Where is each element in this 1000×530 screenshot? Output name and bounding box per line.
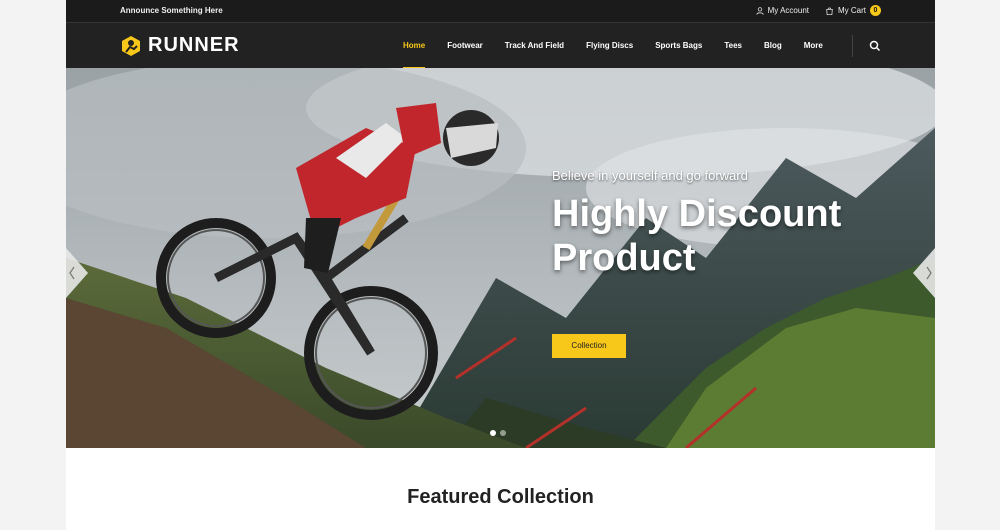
page: Announce Something Here My Account My Ca… bbox=[66, 0, 935, 530]
hero-subtitle: Believe in yourself and go forward bbox=[552, 168, 748, 183]
slider-pagination bbox=[490, 430, 506, 436]
chevron-left-icon bbox=[66, 248, 88, 298]
brand-name: RUNNER bbox=[148, 34, 240, 56]
topbar-links: My Account My Cart 0 bbox=[756, 5, 881, 16]
my-account-link[interactable]: My Account bbox=[756, 6, 809, 15]
my-cart-label: My Cart bbox=[838, 6, 866, 15]
my-cart-link[interactable]: My Cart 0 bbox=[825, 5, 881, 16]
user-icon bbox=[756, 6, 764, 15]
hero-slider: Believe in yourself and go forward Highl… bbox=[66, 68, 935, 448]
hero-title-line-1: Highly Discount bbox=[552, 193, 842, 235]
nav-item-home[interactable]: Home bbox=[392, 23, 436, 69]
slide-dot-1[interactable] bbox=[490, 430, 496, 436]
brand-logo[interactable]: RUNNER bbox=[120, 34, 240, 57]
nav-item-track-and-field[interactable]: Track And Field bbox=[494, 23, 575, 69]
hero-title-line-2: Product bbox=[552, 237, 696, 279]
featured-collection-heading: Featured Collection bbox=[407, 486, 594, 508]
my-account-label: My Account bbox=[767, 6, 809, 15]
announcement-text: Announce Something Here bbox=[120, 6, 223, 15]
main-nav: Home Footwear Track And Field Flying Dis… bbox=[392, 23, 834, 69]
next-slide-arrow[interactable] bbox=[913, 248, 935, 298]
hero-title: Highly Discount Product bbox=[552, 192, 892, 280]
nav-item-flying-discs[interactable]: Flying Discs bbox=[575, 23, 644, 69]
collection-button[interactable]: Collection bbox=[552, 334, 626, 358]
chevron-right-icon bbox=[913, 248, 935, 298]
runner-logo-icon bbox=[122, 35, 140, 56]
announcement-bar: Announce Something Here My Account My Ca… bbox=[66, 0, 935, 22]
search-icon[interactable] bbox=[868, 39, 882, 53]
bag-icon bbox=[826, 7, 833, 15]
nav-item-sports-bags[interactable]: Sports Bags bbox=[644, 23, 713, 69]
prev-slide-arrow[interactable] bbox=[66, 248, 88, 298]
nav-item-footwear[interactable]: Footwear bbox=[436, 23, 494, 69]
cart-count-badge: 0 bbox=[870, 5, 881, 16]
main-header: RUNNER Home Footwear Track And Field Fly… bbox=[66, 22, 935, 69]
nav-divider bbox=[852, 35, 853, 57]
nav-item-tees[interactable]: Tees bbox=[713, 23, 753, 69]
nav-item-more[interactable]: More bbox=[793, 23, 834, 69]
nav-item-blog[interactable]: Blog bbox=[753, 23, 793, 69]
slide-dot-2[interactable] bbox=[500, 430, 506, 436]
